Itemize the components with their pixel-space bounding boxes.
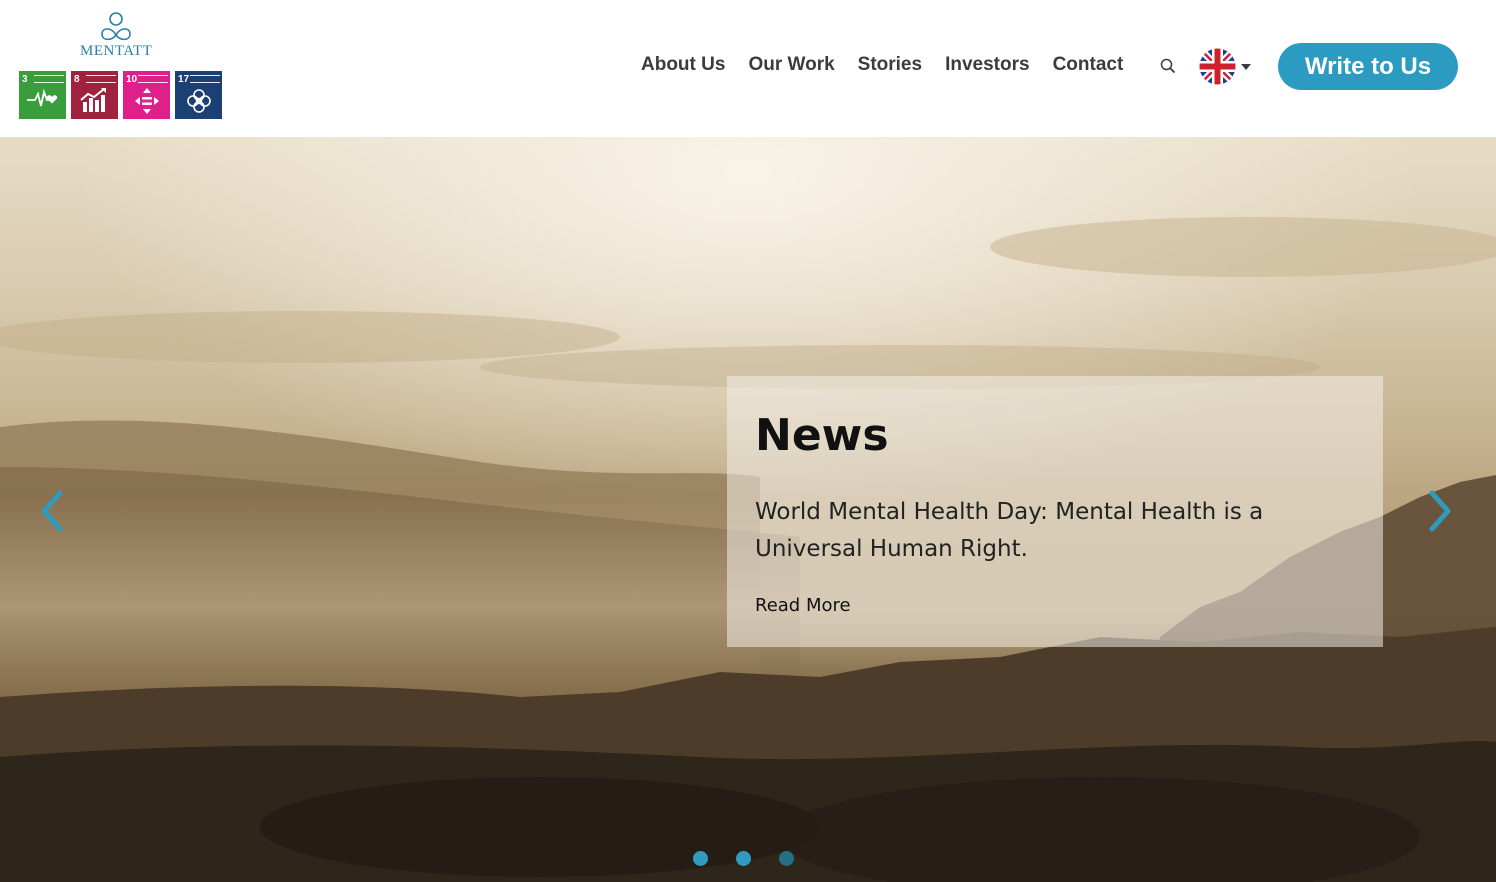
search-icon[interactable] (1160, 58, 1176, 74)
partnership-flower-icon (187, 89, 211, 113)
chevron-down-icon (1241, 63, 1251, 70)
uk-flag-icon (1199, 48, 1236, 85)
news-card: News World Mental Health Day: Mental Hea… (727, 376, 1383, 647)
site-header: MENTATT 3 8 10 17 About Us Our Work Stor… (0, 0, 1496, 137)
heartbeat-icon (27, 88, 58, 107)
slide-dot-1[interactable] (693, 851, 708, 866)
news-title: News (755, 410, 889, 461)
growth-chart-icon (80, 88, 106, 112)
logo-mark-icon (101, 12, 131, 41)
slide-dot-2[interactable] (736, 851, 751, 866)
hero-slider: News World Mental Health Day: Mental Hea… (0, 137, 1496, 882)
sdg-badge-10: 10 (123, 71, 170, 119)
logo-wordmark: MENTATT (80, 43, 153, 59)
language-selector[interactable] (1199, 48, 1251, 85)
nav-our-work[interactable]: Our Work (748, 54, 834, 76)
sdg-badge-3: 3 (19, 71, 66, 119)
nav-about-us[interactable]: About Us (641, 54, 725, 76)
news-body: World Mental Health Day: Mental Health i… (755, 499, 1264, 562)
site-logo[interactable]: MENTATT (80, 12, 152, 62)
main-nav: About Us Our Work Stories Investors Cont… (641, 54, 1146, 76)
equality-icon (135, 88, 159, 114)
chevron-right-icon[interactable] (1424, 489, 1454, 533)
nav-investors[interactable]: Investors (945, 54, 1029, 76)
slider-pagination (693, 851, 794, 866)
slide-dot-3[interactable] (779, 851, 794, 866)
read-more-link[interactable]: Read More (755, 595, 851, 616)
nav-contact[interactable]: Contact (1053, 54, 1124, 76)
sdg-badge-17: 17 (175, 71, 222, 119)
write-to-us-button[interactable]: Write to Us (1278, 43, 1458, 90)
nav-stories[interactable]: Stories (858, 54, 922, 76)
chevron-left-icon[interactable] (38, 489, 68, 533)
sdg-badge-8: 8 (71, 71, 118, 119)
sdg-badges: 3 8 10 17 (19, 71, 222, 119)
